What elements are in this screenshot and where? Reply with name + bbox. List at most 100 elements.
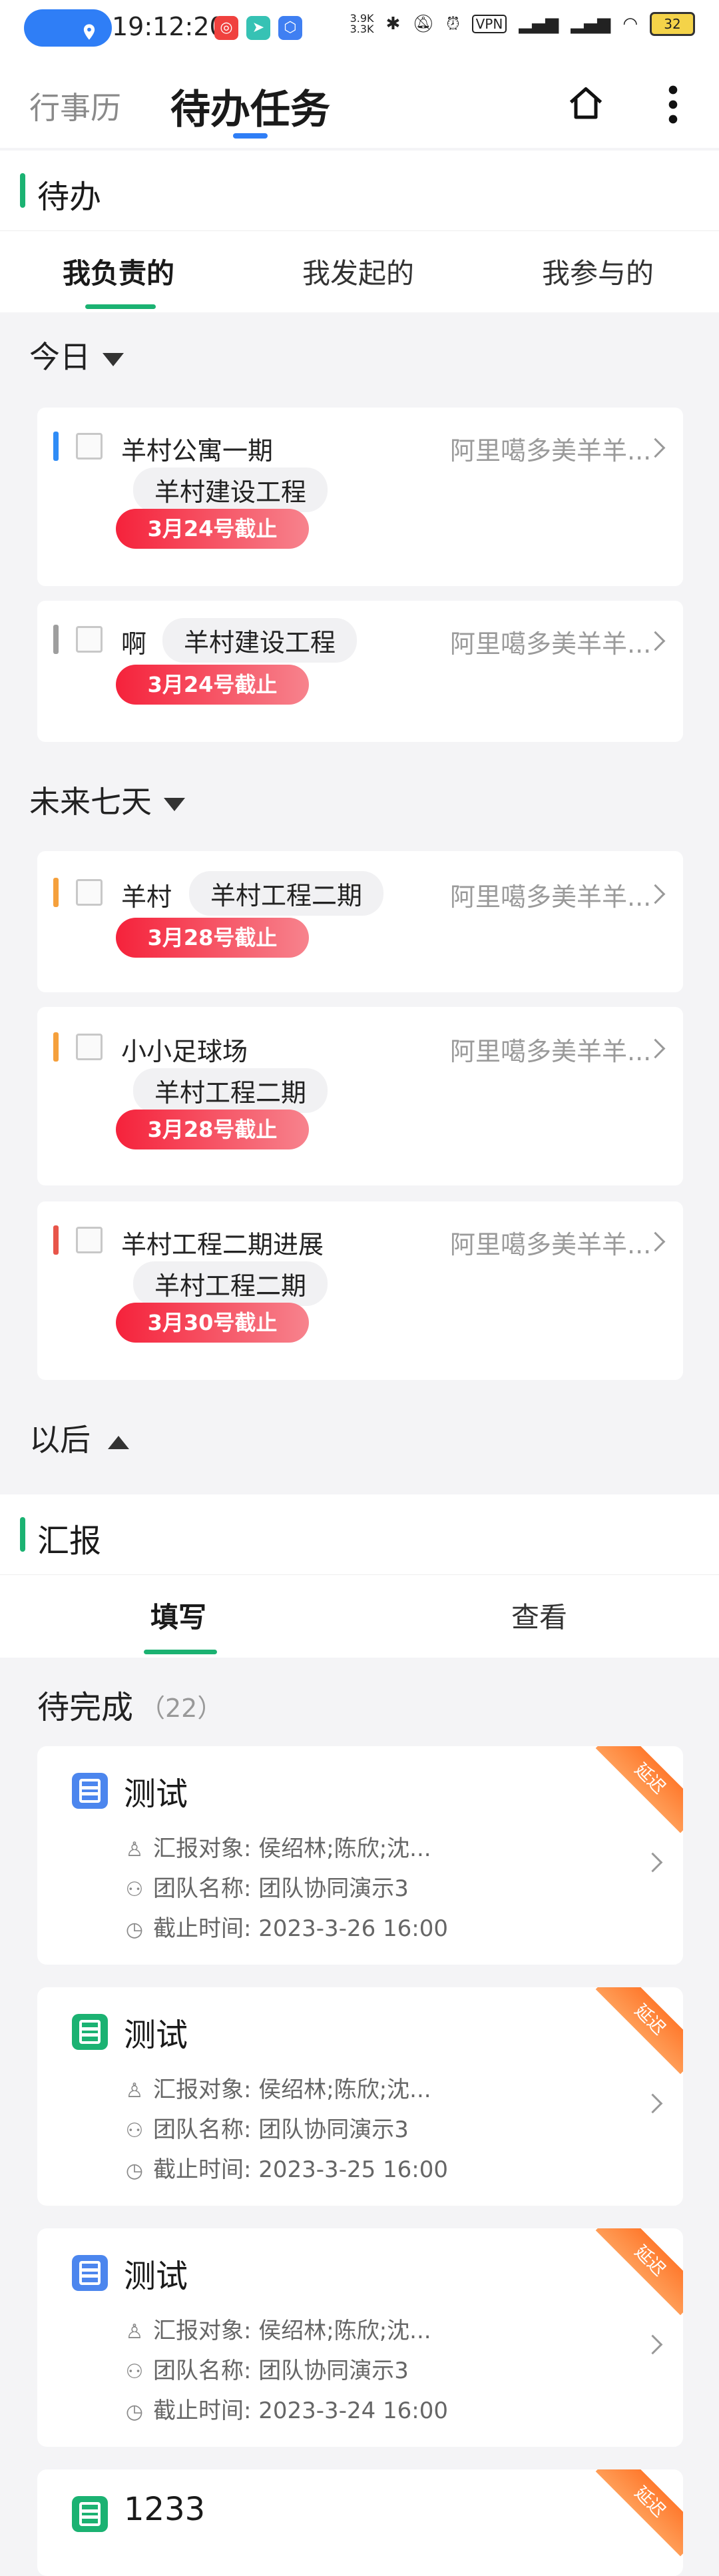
section-accent-bar xyxy=(20,1517,25,1552)
report-title: 1233 xyxy=(124,2491,206,2528)
task-card[interactable]: 啊 羊村建设工程 阿里噶多美羊羊... 3月24号截止 xyxy=(37,601,683,742)
report-team: ⚇ 团队名称: 团队协同演示3 xyxy=(124,2111,409,2144)
task-project-tag: 羊村建设工程 xyxy=(133,468,328,512)
signal-icon: ▂▄▆ xyxy=(519,14,559,34)
task-checkbox[interactable] xyxy=(76,1227,103,1253)
document-icon xyxy=(72,2255,108,2291)
section-accent-bar xyxy=(20,173,25,208)
mute-bell-icon: 🔕︎ xyxy=(412,14,435,34)
subtab-fill-in[interactable]: 填写 xyxy=(150,1595,206,1636)
team-icon: ⚇ xyxy=(125,1878,144,1901)
task-checkbox[interactable] xyxy=(76,1034,103,1060)
overdue-ribbon: 延迟 xyxy=(595,2469,683,2557)
group-later[interactable]: 以后 xyxy=(29,1416,129,1460)
task-card[interactable]: 羊村工程二期进展 阿里噶多美羊羊... 羊村工程二期 3月30号截止 xyxy=(37,1201,683,1380)
location-pill xyxy=(24,9,112,47)
home-icon[interactable] xyxy=(566,84,606,124)
chevron-right-icon xyxy=(642,2093,663,2114)
task-title: 羊村 xyxy=(121,882,172,912)
subtab-my-responsible[interactable]: 我负责的 xyxy=(63,251,174,292)
task-priority-stripe xyxy=(53,878,59,907)
task-priority-stripe xyxy=(53,625,59,654)
report-deadline: ◷ 截止时间: 2023-3-26 16:00 xyxy=(124,1910,448,1943)
document-icon xyxy=(72,2014,108,2050)
report-team: ⚇ 团队名称: 团队协同演示3 xyxy=(124,2352,409,2385)
chevron-right-icon xyxy=(642,2334,663,2355)
clock-icon: ◷ xyxy=(125,2159,144,2182)
group-today[interactable]: 今日 xyxy=(29,333,124,377)
app-notify-icon-blue: ⬡ xyxy=(278,16,302,40)
more-menu-icon[interactable] xyxy=(663,83,683,127)
task-deadline-badge: 3月24号截止 xyxy=(116,665,309,705)
group-later-label: 以后 xyxy=(29,1422,91,1458)
group-next-seven-days[interactable]: 未来七天 xyxy=(29,778,185,822)
task-title: 啊 xyxy=(121,629,147,659)
clock-icon: ◷ xyxy=(125,2400,144,2423)
subtab-view[interactable]: 查看 xyxy=(511,1595,567,1636)
overdue-ribbon: 延迟 xyxy=(595,1746,683,1833)
person-icon: ♙ xyxy=(125,2320,144,2344)
task-deadline-badge: 3月24号截止 xyxy=(116,509,309,549)
task-checkbox[interactable] xyxy=(76,879,103,906)
report-card[interactable]: 测试 ♙ 汇报对象: 侯绍林;陈欣;沈... ⚇ 团队名称: 团队协同演示3 ◷ 截止… xyxy=(37,2228,683,2447)
wifi-icon: ◠ xyxy=(622,14,638,34)
signal-icon-2: ▂▄▆ xyxy=(571,14,611,34)
document-icon xyxy=(72,1773,108,1809)
status-bar: 19:12:20 ◎ ➤ ⬡ 3.9K 3.3K ✱ 🔕︎ ⏰︎ VPN ▂▄▆… xyxy=(0,0,719,57)
report-section-header: 汇报 xyxy=(0,1494,719,1574)
task-project-tag: 羊村建设工程 xyxy=(162,618,358,663)
report-card[interactable]: 测试 ♙ 汇报对象: 侯绍林;陈欣;沈... ⚇ 团队名称: 团队协同演示3 ◷ 截止… xyxy=(37,1987,683,2206)
todo-section-title: 待办 xyxy=(37,178,102,216)
report-title: 测试 xyxy=(124,1775,188,1813)
task-card[interactable]: 羊村公寓一期 阿里噶多美羊羊... 羊村建设工程 3月24号截止 xyxy=(37,408,683,586)
tab-calendar[interactable]: 行事历 xyxy=(29,84,121,128)
task-card[interactable]: 羊村 羊村工程二期 阿里噶多美羊羊... 3月28号截止 xyxy=(37,851,683,992)
subtab-i-initiated[interactable]: 我发起的 xyxy=(302,251,414,292)
report-card[interactable]: 测试 ♙ 汇报对象: 侯绍林;陈欣;沈... ⚇ 团队名称: 团队协同演示3 ◷ 截止… xyxy=(37,1746,683,1965)
pending-title: 待完成 xyxy=(37,1689,134,1726)
task-project-tag: 羊村工程二期 xyxy=(189,871,384,916)
group-next-seven-days-label: 未来七天 xyxy=(29,784,152,820)
task-priority-stripe xyxy=(53,1032,59,1062)
tab-todo[interactable]: 待办任务 xyxy=(170,77,330,135)
app-notify-icon-red: ◎ xyxy=(214,16,238,40)
vpn-badge: VPN xyxy=(471,15,507,33)
clock-icon: ◷ xyxy=(125,1918,144,1941)
collapse-up-icon xyxy=(108,1435,129,1449)
task-title: 小小足球场 xyxy=(121,1037,248,1066)
location-pin-icon xyxy=(83,24,95,40)
task-deadline-badge: 3月30号截止 xyxy=(116,1303,309,1343)
task-deadline-badge: 3月28号截止 xyxy=(116,918,309,958)
task-checkbox[interactable] xyxy=(76,433,103,460)
team-icon: ⚇ xyxy=(125,2360,144,2384)
task-checkbox[interactable] xyxy=(76,626,103,653)
status-icons: 3.9K 3.3K ✱ 🔕︎ ⏰︎ VPN ▂▄▆ ▂▄▆ ◠ 32 xyxy=(350,12,695,36)
alarm-icon: ⏰︎ xyxy=(446,13,460,34)
subtab-i-participate[interactable]: 我参与的 xyxy=(542,251,654,292)
person-icon: ♙ xyxy=(125,1838,144,1861)
report-target: ♙ 汇报对象: 侯绍林;陈欣;沈... xyxy=(124,2312,431,2345)
task-project-tag: 羊村工程二期 xyxy=(133,1261,328,1306)
app-notify-icon-teal: ➤ xyxy=(246,16,270,40)
task-title: 羊村工程二期进展 xyxy=(121,1230,324,1259)
report-deadline: ◷ 截止时间: 2023-3-25 16:00 xyxy=(124,2151,448,2184)
overdue-ribbon: 延迟 xyxy=(595,1987,683,2075)
net-speed: 3.9K 3.3K xyxy=(350,12,374,35)
report-subtabs: 填写 查看 xyxy=(0,1574,719,1658)
report-target: ♙ 汇报对象: 侯绍林;陈欣;沈... xyxy=(124,2071,431,2104)
status-time: 19:12:20 xyxy=(112,12,226,41)
app-header: 行事历 待办任务 xyxy=(0,57,719,148)
group-today-label: 今日 xyxy=(29,339,91,375)
pending-count: （22） xyxy=(140,1694,223,1723)
task-owner: 阿里噶多美羊羊... xyxy=(450,436,652,466)
document-icon xyxy=(72,2496,108,2532)
chevron-right-icon xyxy=(642,1852,663,1873)
collapse-down-icon xyxy=(164,797,185,811)
overdue-ribbon: 延迟 xyxy=(595,2228,683,2316)
task-owner: 阿里噶多美羊羊... xyxy=(450,1230,652,1259)
battery-icon: 32 xyxy=(650,12,695,36)
bluetooth-icon: ✱ xyxy=(385,14,401,34)
report-card[interactable]: 1233 延迟 xyxy=(37,2469,683,2576)
task-card[interactable]: 小小足球场 阿里噶多美羊羊... 羊村工程二期 3月28号截止 xyxy=(37,1007,683,1185)
task-title: 羊村公寓一期 xyxy=(121,436,274,466)
